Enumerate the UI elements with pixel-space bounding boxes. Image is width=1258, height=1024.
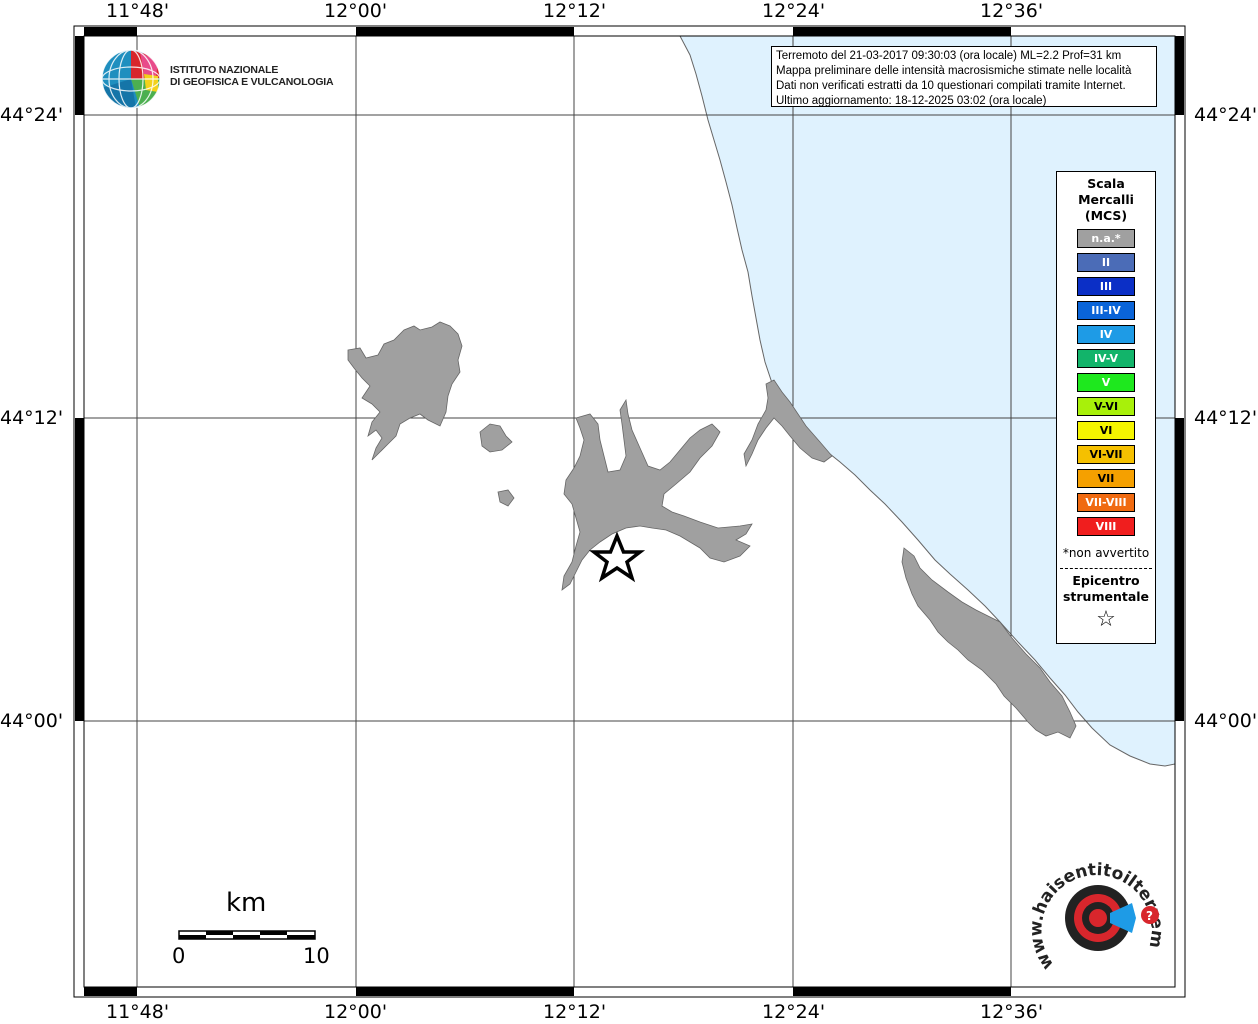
legend-class: III-IV: [1077, 301, 1135, 320]
legend-class: IV-V: [1077, 349, 1135, 368]
bottom-lon-label: 11°48': [106, 1001, 170, 1023]
scale-bar: [178, 930, 316, 940]
scale-unit: km: [226, 888, 267, 918]
info-line1: Terremoto del 21-03-2017 09:30:03 (ora l…: [776, 50, 1122, 62]
legend-note: *non avvertito: [1062, 546, 1150, 560]
legend-title-line2: Mercalli: [1078, 192, 1134, 207]
left-lat-label: 44°12': [0, 407, 64, 429]
bottom-lon-label: 12°36': [980, 1001, 1044, 1023]
institute-line1: ISTITUTO NAZIONALE: [170, 64, 279, 76]
right-lat-label: 44°24': [1194, 104, 1258, 126]
top-lon-label: 12°00': [324, 0, 388, 22]
legend-epicenter: Epicentro strumentale: [1057, 573, 1155, 605]
scale-min: 0: [172, 944, 186, 968]
legend-title-line3: (MCS): [1084, 208, 1128, 223]
top-lon-label: 12°12': [543, 0, 607, 22]
top-lon-label: 12°24': [762, 0, 826, 22]
haisentito-logo: www.haisentitoilterremoto.it ?: [1026, 840, 1172, 985]
legend-class: VI: [1077, 421, 1135, 440]
top-lon-label: 11°48': [106, 0, 170, 22]
legend-class: VIII: [1077, 517, 1135, 536]
legend-class: VI-VII: [1077, 445, 1135, 464]
left-lat-label: 44°24': [0, 104, 64, 126]
globe-icon: [101, 49, 161, 109]
scale-max: 10: [303, 944, 330, 968]
legend-title-line1: Scala: [1087, 176, 1125, 191]
top-lon-label: 12°36': [980, 0, 1044, 22]
legend-class: II: [1077, 253, 1135, 272]
right-lat-label: 44°12': [1194, 407, 1258, 429]
legend-separator: [1060, 568, 1152, 569]
legend-class: V: [1077, 373, 1135, 392]
bottom-lon-label: 12°24': [762, 1001, 826, 1023]
legend-epicenter-line2: strumentale: [1062, 589, 1150, 604]
legend-class: n.a.*: [1077, 229, 1135, 248]
haisentito-icon: www.haisentitoilterremoto.it ?: [1026, 840, 1167, 973]
legend-class: VII: [1077, 469, 1135, 488]
svg-text:?: ?: [1146, 909, 1153, 923]
legend-title: Scala Mercalli (MCS): [1057, 176, 1155, 224]
epicenter-star-icon: ☆: [1096, 607, 1116, 632]
legend-class: VII-VIII: [1077, 493, 1135, 512]
right-lat-label: 44°00': [1194, 710, 1258, 732]
bottom-lon-label: 12°00': [324, 1001, 388, 1023]
bottom-lon-label: 12°12': [543, 1001, 607, 1023]
legend-epicenter-line1: Epicentro: [1072, 573, 1140, 588]
legend-class: III: [1077, 277, 1135, 296]
mcs-legend: Scala Mercalli (MCS) n.a.* II III III-IV IV I…: [1056, 171, 1156, 644]
ingv-logo: ISTITUTO NAZIONALE DI GEOFISICA E VULCAN…: [100, 48, 334, 110]
legend-class: IV: [1077, 325, 1135, 344]
earthquake-info-box: Terremoto del 21-03-2017 09:30:03 (ora l…: [771, 46, 1157, 107]
info-line2: Mappa preliminare delle intensità macros…: [776, 65, 1132, 77]
info-line4: Ultimo aggiornamento: 18-12-2025 03:02 (…: [776, 95, 1047, 107]
info-line3: Dati non verificati estratti da 10 quest…: [776, 80, 1126, 92]
left-lat-label: 44°00': [0, 710, 64, 732]
legend-class: V-VI: [1077, 397, 1135, 416]
institute-name: ISTITUTO NAZIONALE DI GEOFISICA E VULCAN…: [170, 64, 334, 88]
institute-line2: DI GEOFISICA E VULCANOLOGIA: [170, 76, 334, 88]
